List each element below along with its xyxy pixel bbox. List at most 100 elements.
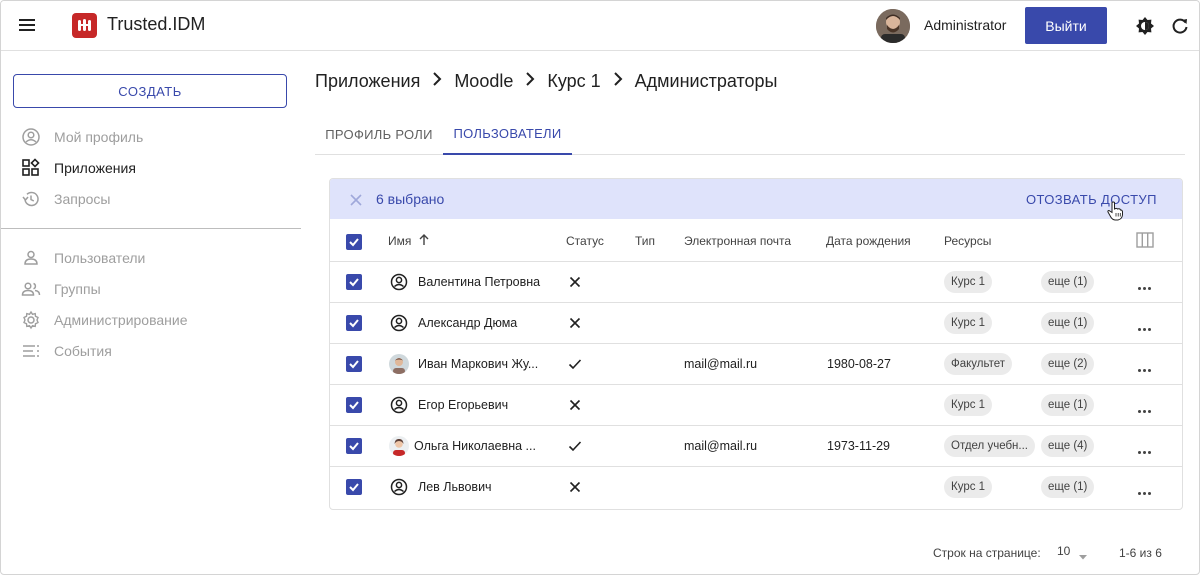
user-birthdate: 1980-08-27 [827,357,891,371]
table-row[interactable]: Егор Егорьевич Курс 1 еще (1) [330,384,1182,425]
column-header-resources[interactable]: Ресурсы [944,234,991,248]
sidebar-item-administration[interactable]: Администрирование [21,309,188,331]
table-row[interactable]: Валентина Петровна Курс 1 еще (1) [330,261,1182,302]
table-row[interactable]: Александр Дюма Курс 1 еще (1) [330,302,1182,343]
app-window: Trusted.IDM Administrator Выйти СОЗДАТЬ … [0,0,1200,575]
more-resources-chip[interactable]: еще (4) [1041,435,1095,457]
group-icon [21,279,41,299]
users-table: 6 выбрано ОТОЗВАТЬ ДОСТУП Имя Статус Тип… [329,178,1183,510]
selected-count: 6 выбрано [376,191,445,207]
sidebar-item-events[interactable]: События [21,340,112,362]
app-title: Trusted.IDM [107,14,206,34]
breadcrumb-item[interactable]: Курс 1 [547,71,600,92]
sidebar: СОЗДАТЬ Мой профиль Приложения Запросы П… [1,52,301,574]
history-icon [21,189,41,209]
user-name: Иван Маркович Жу... [418,357,539,371]
sidebar-item-label: Приложения [54,160,136,176]
tab-bar: ПРОФИЛЬ РОЛИ ПОЛЬЗОВАТЕЛИ [315,113,1185,155]
sidebar-item-applications[interactable]: Приложения [21,157,136,179]
close-icon [568,275,582,289]
hamburger-menu-icon[interactable] [17,16,37,36]
resource-chip[interactable]: Курс 1 [944,312,993,334]
refresh-icon[interactable] [1170,16,1190,36]
sidebar-item-users[interactable]: Пользователи [21,247,145,269]
row-checkbox[interactable] [346,479,362,495]
table-row[interactable]: Ольга Николаевна ... mail@mail.ru 1973-1… [330,425,1182,466]
top-header: Trusted.IDM Administrator Выйти [1,1,1199,51]
close-icon[interactable] [350,193,362,206]
more-horizontal-icon[interactable] [1138,318,1154,331]
breadcrumb-item[interactable]: Приложения [315,71,420,92]
chevron-right-icon [432,72,442,91]
sidebar-item-label: Запросы [54,191,111,207]
sidebar-item-label: События [54,343,112,359]
sidebar-item-requests[interactable]: Запросы [21,188,110,210]
resource-chip[interactable]: Курс 1 [944,476,993,498]
more-horizontal-icon[interactable] [1138,441,1154,454]
rows-per-page-select[interactable]: 10 [1057,544,1101,562]
user-photo-avatar [389,436,409,456]
table-row[interactable]: Лев Львович Курс 1 еще (1) [330,466,1182,507]
logout-button[interactable]: Выйти [1025,7,1107,44]
admin-avatar[interactable] [876,9,910,43]
more-horizontal-icon[interactable] [1138,400,1154,413]
trusted-logo-icon [72,13,97,38]
more-resources-chip[interactable]: еще (1) [1041,312,1095,334]
more-resources-chip[interactable]: еще (2) [1041,353,1095,375]
user-name: Егор Егорьевич [418,398,509,412]
check-icon [568,439,582,453]
account-circle-icon [390,478,408,496]
row-checkbox[interactable] [346,315,362,331]
user-email: mail@mail.ru [684,357,758,371]
sidebar-item-label: Группы [54,281,101,297]
revoke-access-button[interactable]: ОТОЗВАТЬ ДОСТУП [1026,185,1157,213]
more-horizontal-icon[interactable] [1138,359,1154,372]
user-name: Александр Дюма [418,316,518,330]
apps-icon [21,158,41,178]
view-columns-icon[interactable] [1136,232,1154,248]
more-resources-chip[interactable]: еще (1) [1041,271,1095,293]
breadcrumb-item[interactable]: Moodle [454,71,513,92]
create-button[interactable]: СОЗДАТЬ [13,74,287,108]
user-birthdate: 1973-11-29 [827,439,891,453]
more-horizontal-icon[interactable] [1138,482,1154,495]
close-icon [568,480,582,494]
resource-chip[interactable]: Отдел учебн... [944,435,1035,457]
column-header-type[interactable]: Тип [635,234,655,248]
table-row[interactable]: Иван Маркович Жу... mail@mail.ru 1980-08… [330,343,1182,384]
row-checkbox[interactable] [346,397,362,413]
resource-chip[interactable]: Курс 1 [944,271,993,293]
column-header-status[interactable]: Статус [566,234,604,248]
breadcrumb-current: Администраторы [634,71,778,91]
account-circle-icon [390,273,408,291]
brightness-icon[interactable] [1135,16,1155,36]
account-circle-icon [21,127,41,147]
caret-down-icon [1079,549,1087,563]
column-header-email[interactable]: Электронная почта [684,234,791,248]
row-checkbox[interactable] [346,274,362,290]
sidebar-item-label: Мой профиль [54,129,144,145]
sidebar-item-label: Администрирование [54,312,188,328]
breadcrumb: Приложения Moodle Курс 1 Администраторы [315,71,777,92]
column-header-birthdate[interactable]: Дата рождения [826,234,911,248]
sidebar-item-my-profile[interactable]: Мой профиль [21,126,143,148]
resource-chip[interactable]: Факультет [944,353,1013,375]
rows-per-page-value: 10 [1057,544,1071,558]
row-checkbox[interactable] [346,356,362,372]
gear-icon [21,310,41,330]
more-resources-chip[interactable]: еще (1) [1041,394,1095,416]
chevron-right-icon [613,72,623,91]
column-header-name[interactable]: Имя [388,234,429,249]
account-circle-icon [390,396,408,414]
tab-users[interactable]: ПОЛЬЗОВАТЕЛИ [443,113,572,155]
more-resources-chip[interactable]: еще (1) [1041,476,1095,498]
close-icon [568,316,582,330]
select-all-checkbox[interactable] [346,234,362,250]
check-icon [568,357,582,371]
tab-role-profile[interactable]: ПРОФИЛЬ РОЛИ [315,113,443,155]
resource-chip[interactable]: Курс 1 [944,394,993,416]
row-checkbox[interactable] [346,438,362,454]
user-name: Валентина Петровна [418,275,541,289]
more-horizontal-icon[interactable] [1138,277,1154,290]
sidebar-item-groups[interactable]: Группы [21,278,101,300]
